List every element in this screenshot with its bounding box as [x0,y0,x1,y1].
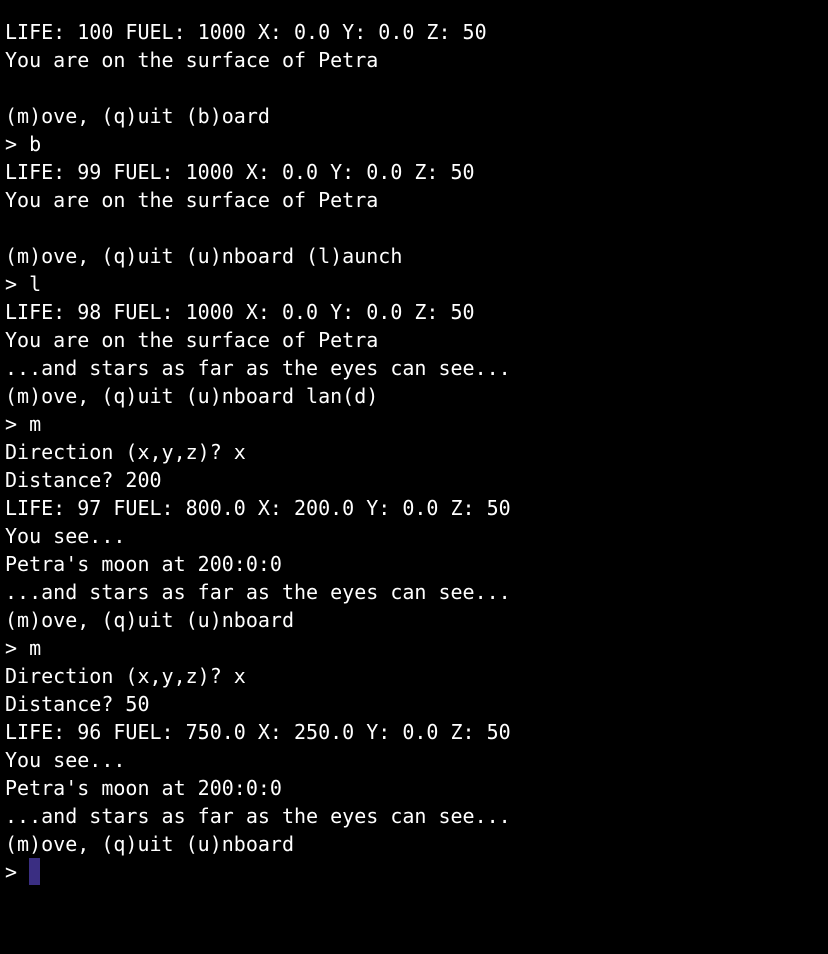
terminal-line: ...and stars as far as the eyes can see.… [5,356,511,380]
terminal-line: > m [5,636,42,660]
terminal-line: > b [5,132,42,156]
terminal-line: ...and stars as far as the eyes can see.… [5,580,511,604]
terminal-line: LIFE: 97 FUEL: 800.0 X: 200.0 Y: 0.0 Z: … [5,496,511,520]
terminal-line: > m [5,412,42,436]
terminal-output[interactable]: LIFE: 100 FUEL: 1000 X: 0.0 Y: 0.0 Z: 50… [5,18,823,886]
terminal-line: Direction (x,y,z)? x [5,440,246,464]
terminal-line: Direction (x,y,z)? x [5,664,246,688]
terminal-line: You are on the surface of Petra [5,328,379,352]
terminal-line: (m)ove, (q)uit (u)nboard lan(d) [5,384,379,408]
terminal-line: You see... [5,748,126,772]
terminal-line: You are on the surface of Petra [5,48,379,72]
terminal-line: ...and stars as far as the eyes can see.… [5,804,511,828]
terminal-line: You are on the surface of Petra [5,188,379,212]
terminal-line: You see... [5,524,126,548]
terminal-line: > l [5,272,42,296]
terminal-line: (m)ove, (q)uit (u)nboard (l)aunch [5,244,403,268]
terminal-line: (m)ove, (q)uit (u)nboard [5,832,294,856]
prompt-symbol: > [5,860,30,884]
terminal-line: (m)ove, (q)uit (b)oard [5,104,270,128]
terminal-lines: LIFE: 100 FUEL: 1000 X: 0.0 Y: 0.0 Z: 50… [5,18,823,858]
terminal-line: LIFE: 100 FUEL: 1000 X: 0.0 Y: 0.0 Z: 50 [5,20,487,44]
input-line[interactable]: > [5,858,823,886]
terminal-line: Distance? 200 [5,468,162,492]
terminal-line: LIFE: 96 FUEL: 750.0 X: 250.0 Y: 0.0 Z: … [5,720,511,744]
terminal-line: Distance? 50 [5,692,150,716]
terminal-line: LIFE: 98 FUEL: 1000 X: 0.0 Y: 0.0 Z: 50 [5,300,475,324]
terminal-line: Petra's moon at 200:0:0 [5,776,282,800]
terminal-line: (m)ove, (q)uit (u)nboard [5,608,294,632]
text-cursor [29,858,41,885]
terminal-line: Petra's moon at 200:0:0 [5,552,282,576]
terminal-line: LIFE: 99 FUEL: 1000 X: 0.0 Y: 0.0 Z: 50 [5,160,475,184]
